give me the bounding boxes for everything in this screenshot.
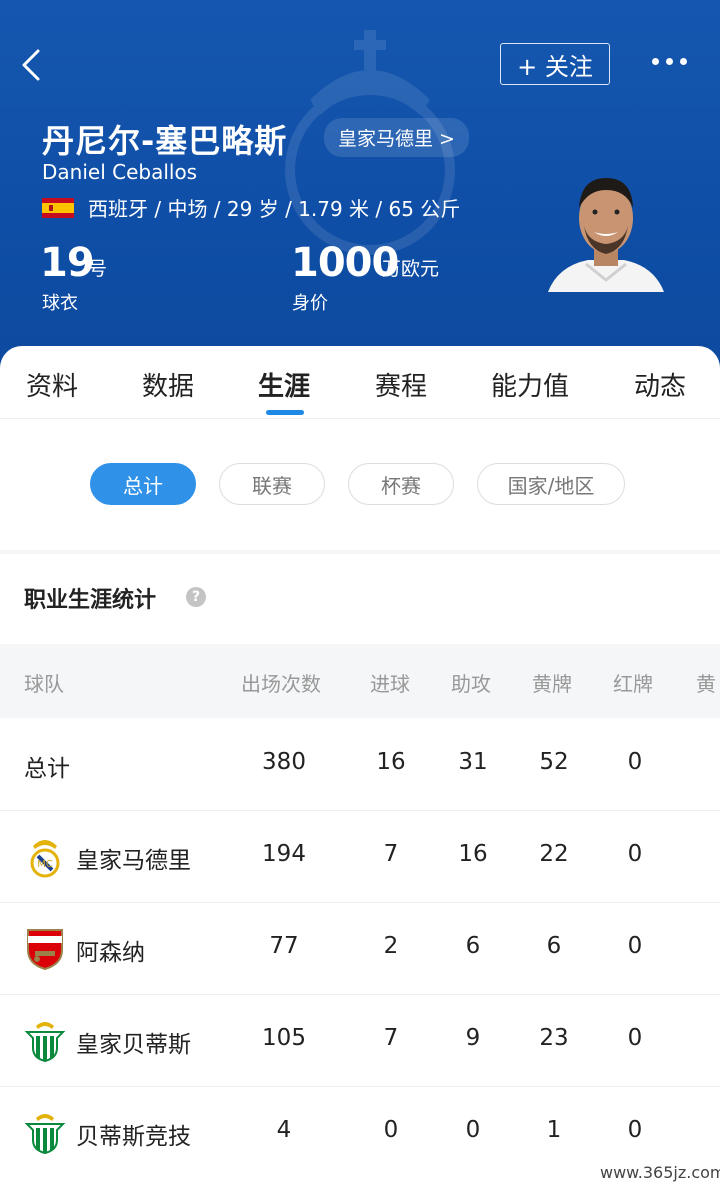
team-name: 阿森纳 xyxy=(76,940,145,966)
goals: 16 xyxy=(376,749,406,775)
content-sheet: 资料 数据 生涯 赛程 能力值 动态 总计 联赛 杯赛 国家/地区 职业生涯统计… xyxy=(0,346,720,1190)
header-assists: 助攻 xyxy=(451,672,491,696)
header-appearances: 出场次数 xyxy=(241,672,321,696)
active-tab-indicator xyxy=(266,410,304,415)
tab-ability[interactable]: 能力值 xyxy=(491,366,569,403)
header-team: 球队 xyxy=(24,672,64,696)
table-row[interactable]: 阿森纳 77 2 6 6 0 xyxy=(0,902,720,995)
table-header: 球队 出场次数 进球 助攻 黄牌 红牌 黄 xyxy=(0,644,720,718)
team-name: 总计 xyxy=(24,756,70,782)
header-goals: 进球 xyxy=(370,672,410,696)
tab-bar: 资料 数据 生涯 赛程 能力值 动态 xyxy=(0,346,720,419)
assists: 6 xyxy=(465,933,481,959)
red-cards: 0 xyxy=(627,841,643,867)
yellow-cards: 52 xyxy=(539,749,569,775)
appearances: 105 xyxy=(262,1025,306,1051)
goals: 7 xyxy=(383,1025,399,1051)
goals: 2 xyxy=(383,933,399,959)
site-watermark: www.365jz.com xyxy=(596,1163,720,1182)
team-name: 贝蒂斯竞技 xyxy=(76,1124,191,1150)
assists: 0 xyxy=(465,1117,481,1143)
header-yellow-cards: 黄牌 xyxy=(532,672,572,696)
player-name-en: Daniel Ceballos xyxy=(42,160,198,184)
red-cards: 0 xyxy=(627,1025,643,1051)
yellow-cards: 23 xyxy=(539,1025,569,1051)
yellow-cards: 22 xyxy=(539,841,569,867)
red-cards: 0 xyxy=(627,749,643,775)
yellow-cards: 6 xyxy=(546,933,562,959)
shirt-number: 19 xyxy=(40,240,95,286)
more-options-icon[interactable] xyxy=(652,58,687,65)
tab-profile[interactable]: 资料 xyxy=(26,366,78,403)
goals: 7 xyxy=(383,841,399,867)
betis-deportivo-crest-icon xyxy=(24,1114,66,1154)
yellow-cards: 1 xyxy=(546,1117,562,1143)
red-cards: 0 xyxy=(627,933,643,959)
assists: 9 xyxy=(465,1025,481,1051)
table-row[interactable]: MC 皇家马德里 194 7 16 22 0 xyxy=(0,810,720,903)
tab-career[interactable]: 生涯 xyxy=(258,366,310,403)
assists: 31 xyxy=(458,749,488,775)
appearances: 4 xyxy=(276,1117,292,1143)
real-betis-crest-icon xyxy=(24,1022,66,1062)
svg-text:MC: MC xyxy=(37,859,53,870)
filter-league[interactable]: 联赛 xyxy=(219,463,325,505)
back-arrow-icon[interactable] xyxy=(18,48,52,82)
section-title: 职业生涯统计 xyxy=(24,588,157,613)
goals: 0 xyxy=(383,1117,399,1143)
appearances: 194 xyxy=(262,841,306,867)
player-avatar xyxy=(548,178,664,292)
shirt-number-unit: 号 xyxy=(88,258,108,280)
market-value-unit: 万欧元 xyxy=(382,258,440,280)
tab-schedule[interactable]: 赛程 xyxy=(375,366,427,403)
team-name: 皇家贝蒂斯 xyxy=(76,1032,191,1058)
team-name: 皇家马德里 xyxy=(76,848,191,874)
filter-cup[interactable]: 杯赛 xyxy=(348,463,454,505)
section-divider xyxy=(0,550,720,554)
header-red-cards: 红牌 xyxy=(613,672,653,696)
follow-button[interactable]: + 关注 xyxy=(500,43,610,85)
player-name-zh: 丹尼尔-塞巴略斯 xyxy=(42,122,288,160)
filter-bar: 总计 联赛 杯赛 国家/地区 xyxy=(0,418,720,550)
tab-stats[interactable]: 数据 xyxy=(142,366,194,403)
tab-news[interactable]: 动态 xyxy=(634,366,686,403)
shirt-number-label: 球衣 xyxy=(42,293,78,314)
arsenal-crest-icon xyxy=(27,929,63,970)
help-icon[interactable]: ? xyxy=(186,587,206,607)
table-row[interactable]: 总计 380 16 31 52 0 xyxy=(0,718,720,811)
real-madrid-crest-icon: MC xyxy=(30,840,60,878)
player-info: 西班牙 / 中场 / 29 岁 / 1.79 米 / 65 公斤 xyxy=(88,197,461,221)
appearances: 77 xyxy=(269,933,299,959)
header-more-truncated: 黄 xyxy=(696,672,716,696)
filter-national[interactable]: 国家/地区 xyxy=(477,463,625,505)
red-cards: 0 xyxy=(627,1117,643,1143)
appearances: 380 xyxy=(262,749,306,775)
spain-flag-icon xyxy=(42,198,74,218)
filter-total[interactable]: 总计 xyxy=(90,463,196,505)
market-value-label: 身价 xyxy=(292,293,328,314)
table-row[interactable]: 皇家贝蒂斯 105 7 9 23 0 xyxy=(0,994,720,1087)
assists: 16 xyxy=(458,841,488,867)
club-link[interactable]: 皇家马德里 > xyxy=(324,118,469,157)
player-header: + 关注 丹尼尔-塞巴略斯 皇家马德里 > Daniel Ceballos 西班… xyxy=(0,0,720,370)
